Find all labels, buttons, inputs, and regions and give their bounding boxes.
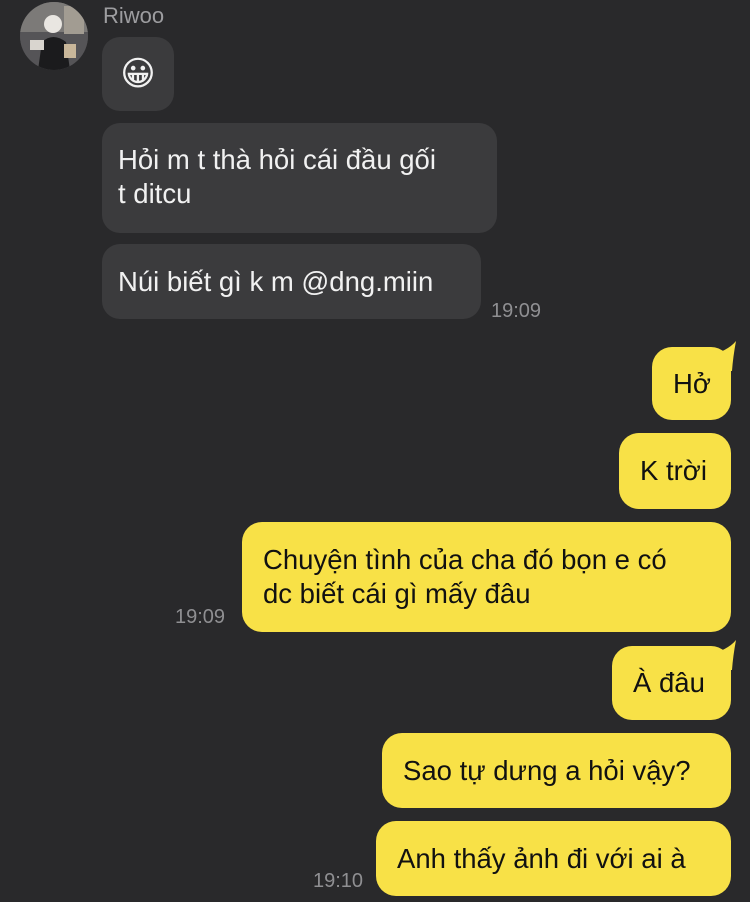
message-text: À đâu <box>633 667 705 698</box>
message-line: t ditcu <box>118 178 192 209</box>
message-line: dc biết cái gì mấy đâu <box>263 578 531 609</box>
outgoing-message[interactable]: Hở <box>652 341 736 420</box>
outgoing-message[interactable]: À đâu <box>612 640 736 720</box>
avatar[interactable] <box>20 2 88 70</box>
grinning-face-emoji: 😀 <box>120 55 156 93</box>
message-text: Anh thấy ảnh đi với ai à <box>397 843 686 874</box>
message-text: Hở <box>673 368 711 399</box>
incoming-message-emoji[interactable]: 😀 <box>102 37 174 111</box>
bubble-tail <box>706 640 736 670</box>
message-line: Chuyện tình của cha đó bọn e có <box>263 544 667 575</box>
message-text: Sao tự dưng a hỏi vậy? <box>403 755 691 786</box>
bubble-tail <box>706 341 736 371</box>
outgoing-message[interactable]: Chuyện tình của cha đó bọn e có dc biết … <box>242 522 731 632</box>
outgoing-message[interactable]: Anh thấy ảnh đi với ai à <box>376 821 731 896</box>
incoming-message[interactable]: Hỏi m t thà hỏi cái đầu gối t ditcu <box>102 123 497 233</box>
message-text: K trời <box>640 455 707 486</box>
avatar-photo <box>20 2 88 70</box>
incoming-message[interactable]: Núi biết gì k m @dng.miin <box>102 244 481 319</box>
message-text: Núi biết gì k m @dng.miin <box>118 266 434 297</box>
outgoing-message[interactable]: K trời <box>619 433 731 509</box>
message-timestamp: 19:09 <box>491 300 542 322</box>
message-timestamp: 19:09 <box>175 606 226 628</box>
message-line: Hỏi m t thà hỏi cái đầu gối <box>118 144 436 175</box>
sender-name: Riwoo <box>103 3 165 28</box>
message-timestamp: 19:10 <box>313 870 364 892</box>
outgoing-message[interactable]: Sao tự dưng a hỏi vậy? <box>382 733 731 808</box>
